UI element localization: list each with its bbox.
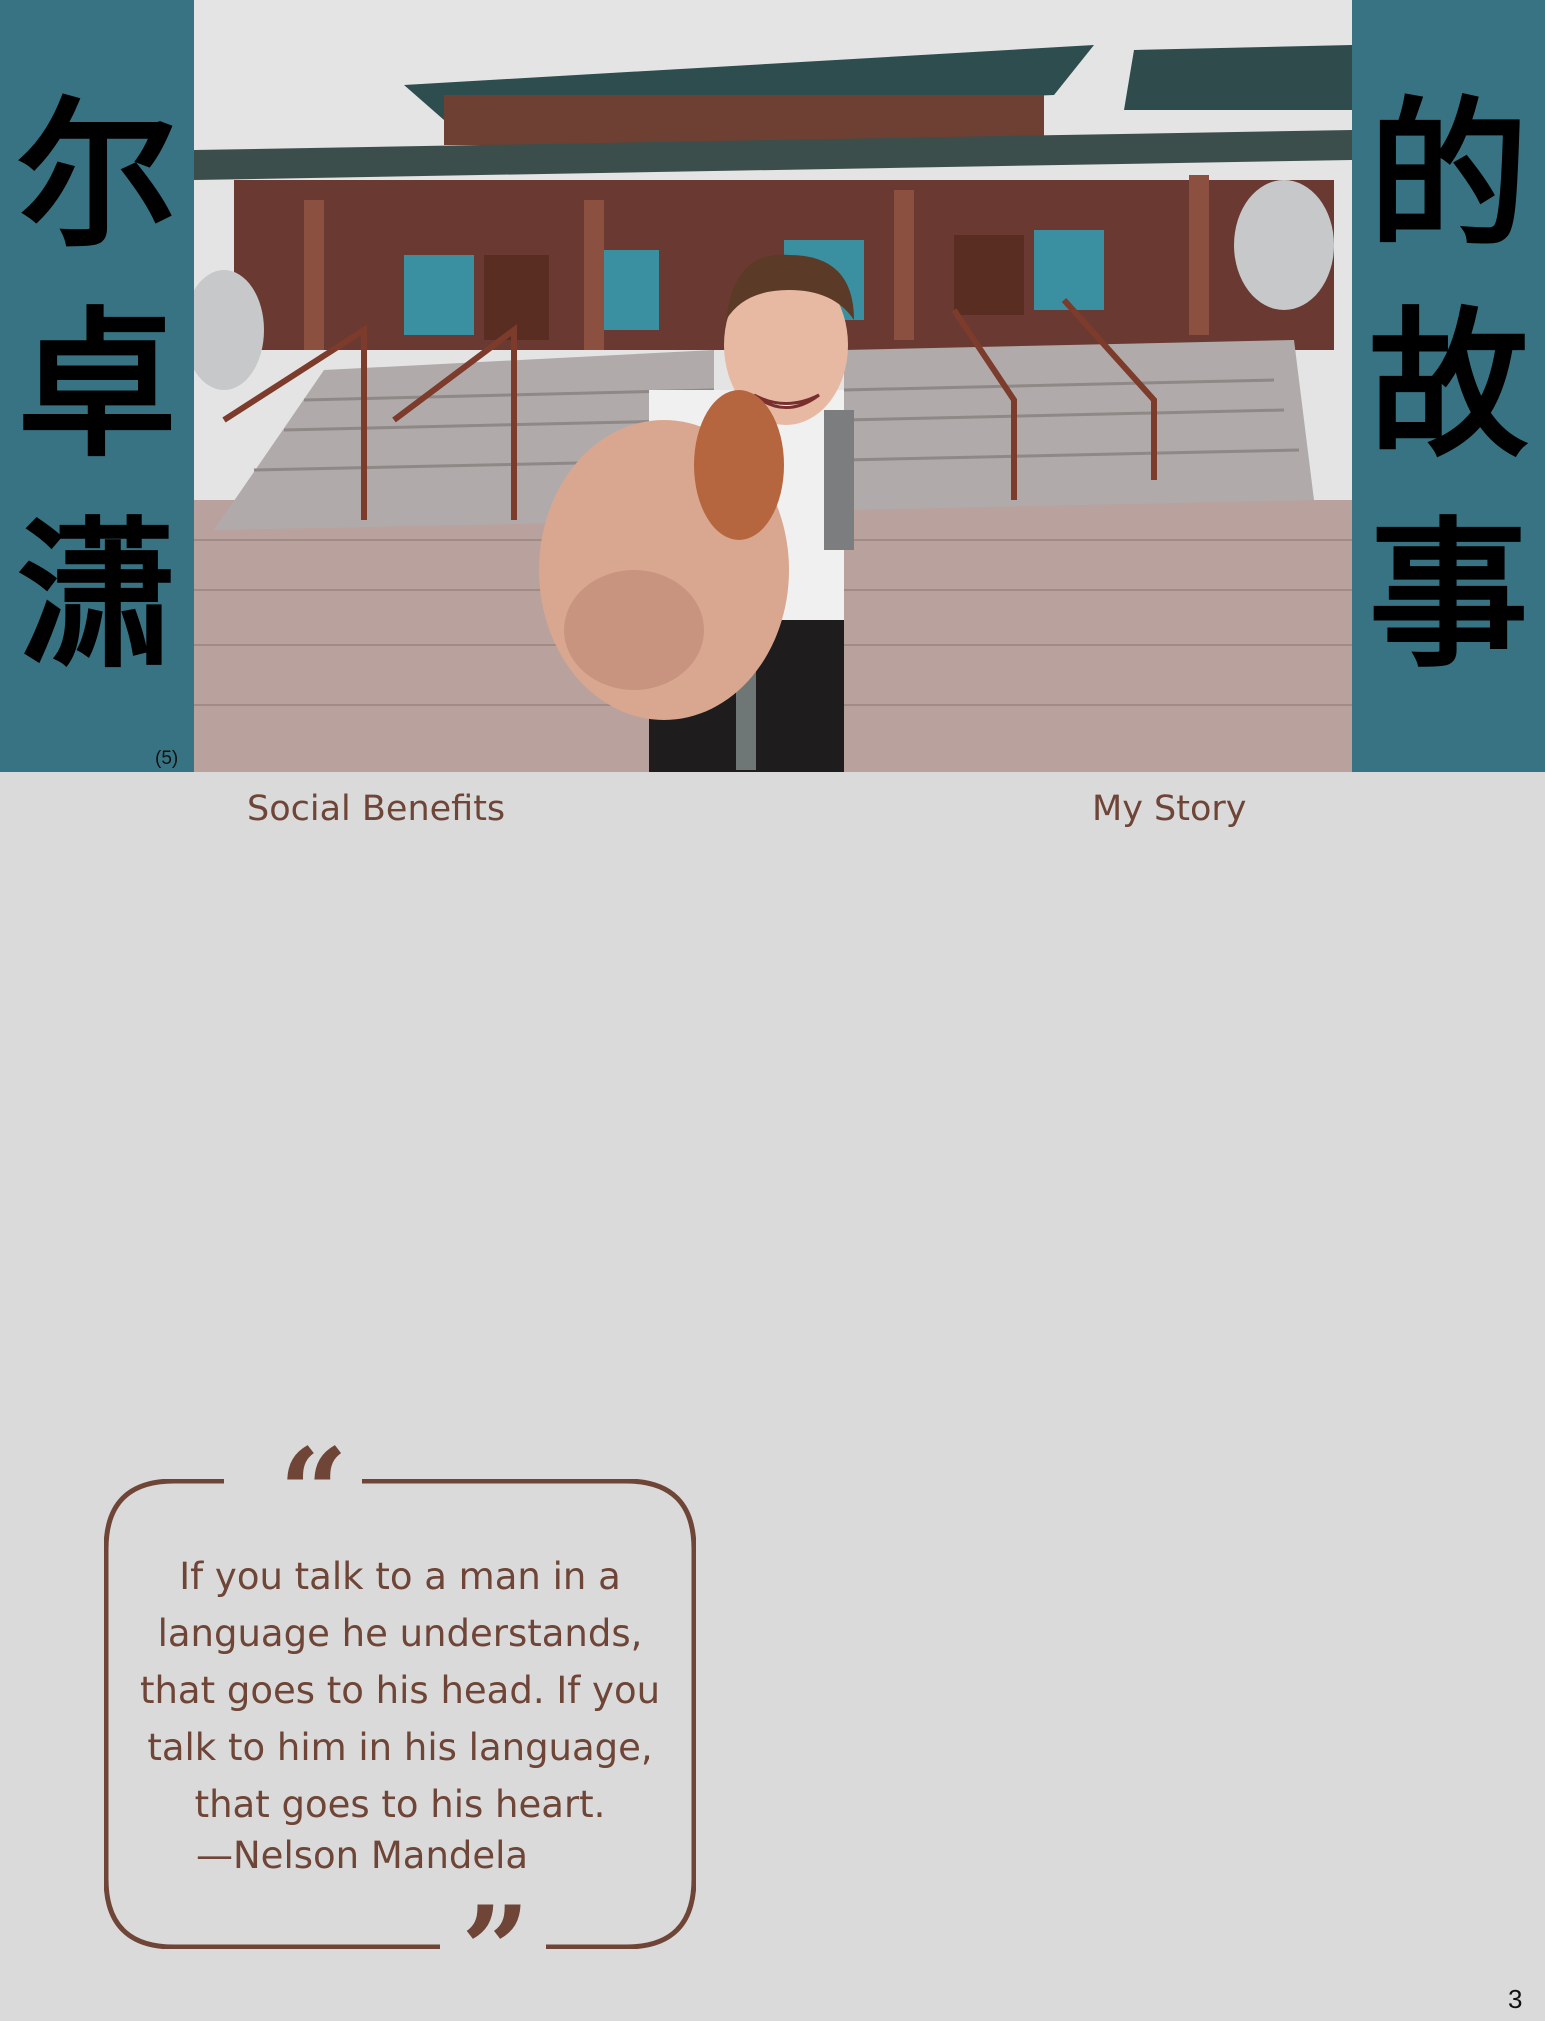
temple-photo-illustration bbox=[194, 0, 1352, 772]
quote-text: If you talk to a man in a language he un… bbox=[139, 1555, 661, 1826]
title-char: 卓 bbox=[16, 291, 177, 479]
close-quote-icon: ” bbox=[461, 1880, 531, 2021]
title-char: 潇 bbox=[16, 501, 177, 689]
left-title-band: 尔 卓 潇 bbox=[0, 0, 194, 772]
title-char: 尔 bbox=[16, 81, 177, 269]
vertical-title-left: 尔 卓 潇 bbox=[0, 70, 194, 700]
title-char: 事 bbox=[1368, 501, 1529, 689]
right-title-band: 的 故 事 bbox=[1352, 0, 1545, 772]
figure-reference: (5) bbox=[155, 748, 179, 769]
title-char: 的 bbox=[1368, 81, 1529, 269]
caption-social-benefits: Social Benefits bbox=[247, 789, 506, 829]
hero-photo bbox=[194, 0, 1352, 772]
quote-author: —Nelson Mandela bbox=[196, 1834, 529, 1877]
open-quote-icon: “ bbox=[279, 1422, 349, 1563]
caption-my-story: My Story bbox=[1092, 789, 1247, 829]
title-char: 故 bbox=[1368, 291, 1529, 479]
vertical-title-right: 的 故 事 bbox=[1352, 70, 1545, 700]
quote-card: “ If you talk to a man in a language he … bbox=[104, 1433, 696, 2011]
